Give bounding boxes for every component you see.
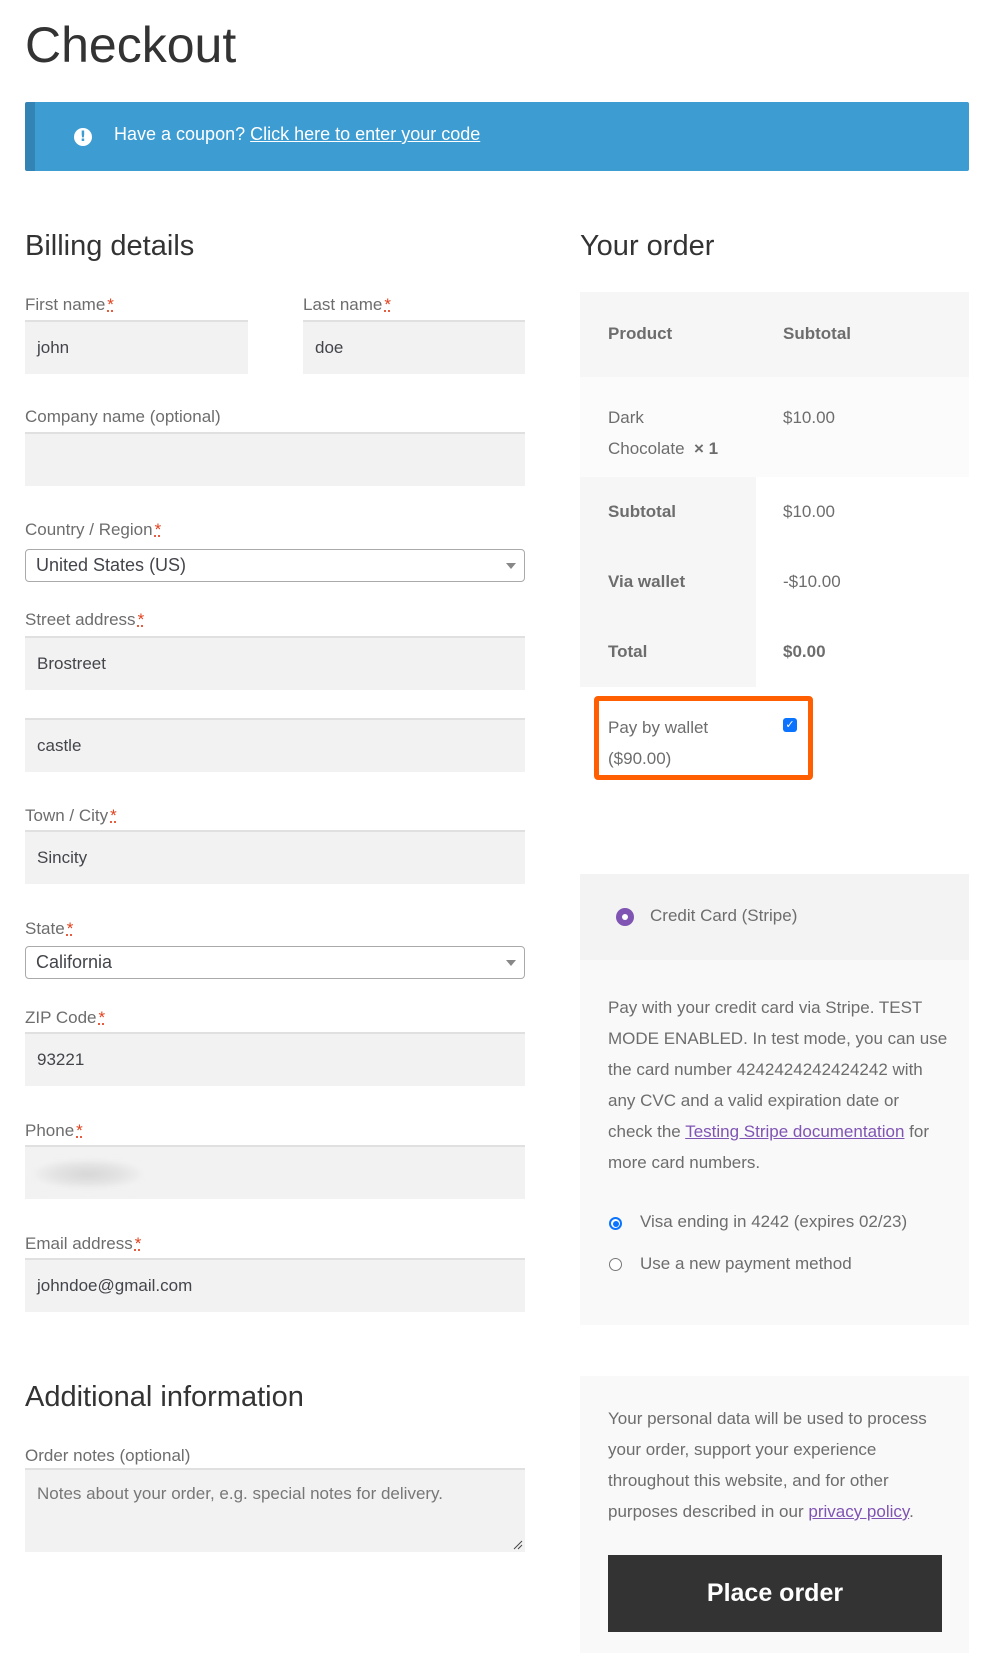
chevron-down-icon <box>506 563 516 569</box>
info-icon: ! <box>74 128 92 146</box>
payment-method-stripe[interactable]: Credit Card (Stripe) <box>580 874 969 960</box>
last-name-input[interactable]: doe <box>303 320 525 374</box>
page-title: Checkout <box>25 17 237 73</box>
street-label: Street address * <box>25 610 145 629</box>
payment-description: Pay with your credit card via Stripe. TE… <box>608 998 948 1172</box>
coupon-notice-text: Have a coupon? <box>114 124 246 144</box>
saved-card-radio[interactable] <box>609 1217 622 1230</box>
pay-by-wallet-label: Pay by wallet ($90.00) <box>608 718 709 768</box>
email-label: Email address * <box>25 1234 142 1253</box>
place-order-button[interactable]: Place order <box>608 1555 942 1632</box>
enter-coupon-link[interactable]: Click here to enter your code <box>250 124 480 144</box>
company-input[interactable] <box>25 432 525 486</box>
city-label: Town / City * <box>25 806 117 825</box>
wallet-balance: ($90.00) <box>608 749 672 768</box>
company-label: Company name (optional) <box>25 407 221 426</box>
new-payment-label[interactable]: Use a new payment method <box>640 1254 852 1274</box>
zip-label: ZIP Code * <box>25 1008 106 1027</box>
street-address-input[interactable]: Brostreet <box>25 636 525 690</box>
phone-label: Phone * <box>25 1121 83 1140</box>
phone-input[interactable] <box>25 1145 525 1199</box>
first-name-label: First name * <box>25 295 114 314</box>
privacy-text: Your personal data will be used to proce… <box>608 1409 927 1521</box>
totals-row-wallet: Via wallet -$10.00 <box>608 572 841 591</box>
first-name-input[interactable]: john <box>25 320 248 374</box>
table-row: Dark Chocolate × 1 $10.00 <box>580 377 969 477</box>
payment-methods: Credit Card (Stripe) Pay with your credi… <box>580 874 969 1325</box>
saved-card-label[interactable]: Visa ending in 4242 (expires 02/23) <box>640 1212 907 1232</box>
state-select[interactable]: California <box>25 946 525 979</box>
street-address-2-input[interactable]: castle <box>25 718 525 772</box>
privacy-policy-link[interactable]: privacy policy <box>808 1502 909 1521</box>
city-input[interactable]: Sincity <box>25 830 525 884</box>
product-name: Dark Chocolate × 1 <box>608 408 719 458</box>
chevron-down-icon <box>506 960 516 966</box>
last-name-label: Last name * <box>303 295 392 314</box>
zip-input[interactable]: 93221 <box>25 1032 525 1086</box>
column-header-subtotal: Subtotal <box>783 324 851 343</box>
totals-row-total: Total $0.00 <box>608 642 826 661</box>
billing-heading: Billing details <box>25 230 195 262</box>
payment-method-radio[interactable] <box>616 908 634 926</box>
place-order-section: Your personal data will be used to proce… <box>580 1376 969 1653</box>
order-heading: Your order <box>580 230 715 262</box>
new-payment-radio[interactable] <box>609 1258 622 1271</box>
redacted-phone <box>33 1159 143 1189</box>
coupon-notice: ! Have a coupon? Click here to enter you… <box>25 102 969 171</box>
country-select[interactable]: United States (US) <box>25 549 525 582</box>
table-header-row: Product Subtotal <box>580 292 969 377</box>
additional-info-heading: Additional information <box>25 1381 304 1413</box>
testing-stripe-link[interactable]: Testing Stripe documentation <box>685 1122 904 1141</box>
state-label: State * <box>25 919 74 938</box>
email-input[interactable]: johndoe@gmail.com <box>25 1258 525 1312</box>
resize-grip-icon[interactable] <box>511 1538 523 1550</box>
pay-by-wallet-highlight: Pay by wallet ($90.00) ✓ <box>594 696 813 780</box>
order-notes-textarea[interactable]: Notes about your order, e.g. special not… <box>25 1468 525 1552</box>
order-notes-placeholder: Notes about your order, e.g. special not… <box>37 1484 444 1503</box>
column-header-product: Product <box>608 324 673 343</box>
product-quantity: × 1 <box>694 439 719 458</box>
country-label: Country / Region * <box>25 520 162 539</box>
order-notes-label: Order notes (optional) <box>25 1446 191 1465</box>
payment-method-label: Credit Card (Stripe) <box>650 906 798 925</box>
product-subtotal: $10.00 <box>783 408 835 427</box>
pay-by-wallet-checkbox[interactable]: ✓ <box>783 718 797 732</box>
totals-row-subtotal: Subtotal $10.00 <box>608 502 835 521</box>
